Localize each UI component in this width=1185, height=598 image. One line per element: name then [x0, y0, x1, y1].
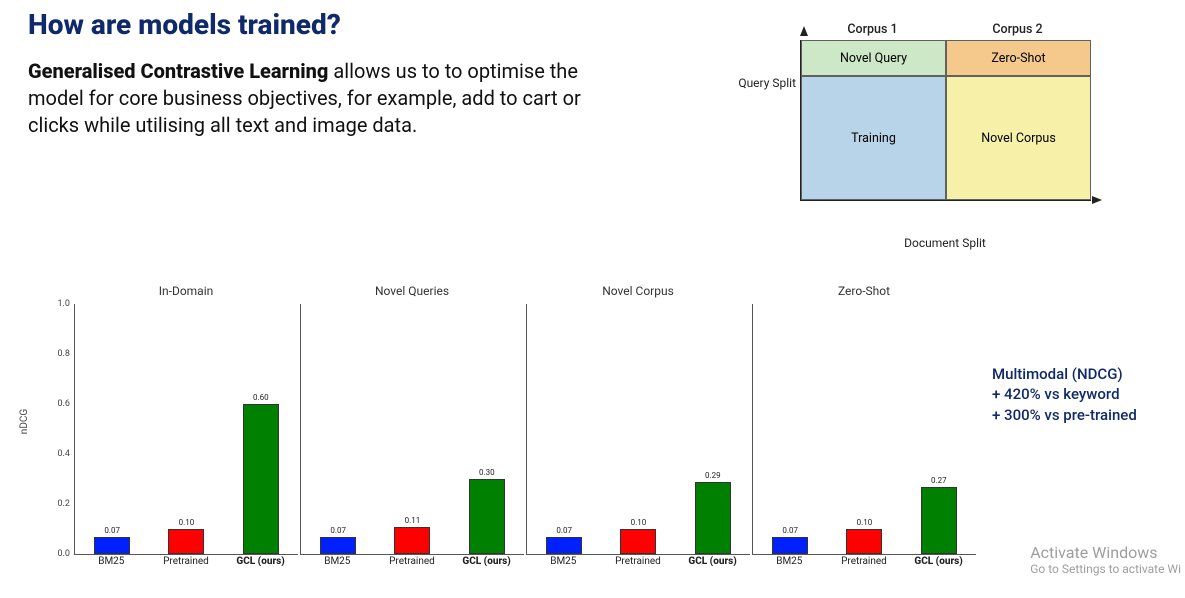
watermark-title: Activate Windows: [1030, 543, 1181, 562]
chart-plot-area: 0.07 0.11 0.30: [300, 304, 524, 555]
chart-x-tick: GCL (ours): [901, 556, 976, 567]
chart-bar-slot: 0.07: [301, 304, 375, 554]
chart-bar-value-label: 0.07: [330, 526, 346, 535]
chart-x-tick: Pretrained: [827, 556, 902, 567]
chart-bar-value-label: 0.11: [405, 516, 421, 525]
chart-x-tick: BM25: [752, 556, 827, 567]
chart-y-tick: 0.8: [58, 349, 71, 359]
chart-bar-slot: 0.10: [149, 304, 223, 554]
chart-bar: [846, 529, 882, 554]
chart-bar: [243, 404, 279, 554]
chart-x-tick: GCL (ours): [675, 556, 750, 567]
chart-bar: [772, 537, 808, 555]
chart-x-tick: Pretrained: [375, 556, 450, 567]
chart-x-tick: BM25: [74, 556, 149, 567]
chart-bar-slot: 0.10: [601, 304, 675, 554]
chart-y-tick: 0.0: [58, 549, 71, 559]
chart-bar: [168, 529, 204, 554]
chart-y-tick: 0.2: [58, 499, 71, 509]
bar-charts-row: nDCG 0.00.20.40.60.81.0 In-Domain0.070.1…: [38, 286, 978, 576]
chart-bar-slot: 0.07: [75, 304, 149, 554]
chart-y-tick: 1.0: [58, 299, 71, 309]
chart-x-tick: Pretrained: [601, 556, 676, 567]
chart-x-tick: GCL (ours): [449, 556, 524, 567]
annotation-line-3: + 300% vs pre-trained: [992, 405, 1182, 425]
annotation-line-2: + 420% vs keyword: [992, 384, 1182, 404]
arrow-up-icon: [800, 26, 808, 36]
chart-bar: [469, 479, 505, 554]
chart-panel-title: Zero-Shot: [752, 284, 976, 298]
chart-bar: [620, 529, 656, 554]
chart-panel: Novel Corpus 0.07 0.10 0.29 BM25PretrainedGC…: [526, 286, 750, 576]
chart-bar-value-label: 0.60: [253, 393, 269, 402]
chart-plot-area: 0.07 0.10 0.60: [74, 304, 298, 555]
chart-panel: Zero-Shot 0.07 0.10 0.27 BM25PretrainedGCL (…: [752, 286, 976, 576]
quadrant-col2-label: Corpus 2: [945, 22, 1090, 37]
quadrant-y-axis-label: Query Split: [716, 76, 796, 90]
chart-bar-slot: 0.27: [902, 304, 976, 554]
chart-bar-slot: 0.10: [827, 304, 901, 554]
chart-bar-value-label: 0.07: [104, 526, 120, 535]
chart-plot-area: 0.07 0.10 0.29: [526, 304, 750, 555]
chart-bar-value-label: 0.07: [782, 526, 798, 535]
quadrant-cell-zero-shot: Zero-Shot: [946, 40, 1091, 76]
chart-panel-title: In-Domain: [74, 284, 298, 298]
annotation-line-1: Multimodal (NDCG): [992, 364, 1182, 384]
chart-bar: [921, 487, 957, 555]
subtitle-bold: Generalised Contrastive Learning: [28, 59, 333, 83]
chart-bar-slot: 0.29: [676, 304, 750, 554]
chart-x-tick: Pretrained: [149, 556, 224, 567]
quadrant-x-axis-label: Document Split: [800, 236, 1090, 250]
chart-y-axis: nDCG 0.00.20.40.60.81.0: [38, 286, 74, 576]
quadrant-diagram: Query Split Corpus 1 Corpus 2 Novel Quer…: [800, 26, 1120, 226]
chart-bar-value-label: 0.10: [179, 518, 195, 527]
chart-y-axis-title: nDCG: [19, 409, 30, 434]
chart-bar-value-label: 0.27: [931, 476, 947, 485]
chart-bar-slot: 0.11: [375, 304, 449, 554]
activate-windows-watermark: Activate Windows Go to Settings to activ…: [1030, 543, 1181, 576]
quadrant-col1-label: Corpus 1: [800, 22, 945, 37]
chart-bar: [394, 527, 430, 555]
quadrant-cell-novel-corpus: Novel Corpus: [946, 76, 1091, 200]
watermark-subtitle: Go to Settings to activate Wi: [1030, 562, 1181, 576]
chart-bar: [320, 537, 356, 555]
chart-panel-title: Novel Queries: [300, 284, 524, 298]
chart-bar: [546, 537, 582, 555]
quadrant-cell-novel-query: Novel Query: [801, 40, 946, 76]
chart-bar-slot: 0.30: [450, 304, 524, 554]
chart-bar-slot: 0.07: [753, 304, 827, 554]
chart-bar: [94, 537, 130, 555]
chart-bar-value-label: 0.10: [857, 518, 873, 527]
chart-bar-slot: 0.60: [224, 304, 298, 554]
chart-bar-value-label: 0.30: [479, 468, 495, 477]
subtitle: Generalised Contrastive Learning allows …: [28, 58, 618, 139]
chart-plot-area: 0.07 0.10 0.27: [752, 304, 976, 555]
chart-x-tick: BM25: [526, 556, 601, 567]
chart-panel: In-Domain 0.07 0.10 0.60 BM25PretrainedGCL (…: [74, 286, 298, 576]
chart-bar-slot: 0.07: [527, 304, 601, 554]
chart-bar: [695, 482, 731, 555]
chart-annotation: Multimodal (NDCG) + 420% vs keyword + 30…: [992, 364, 1182, 425]
chart-bar-value-label: 0.29: [705, 471, 721, 480]
chart-y-tick: 0.4: [58, 449, 71, 459]
page-title: How are models trained?: [28, 8, 341, 41]
chart-y-tick: 0.6: [58, 399, 71, 409]
chart-x-tick: BM25: [300, 556, 375, 567]
chart-x-tick: GCL (ours): [223, 556, 298, 567]
arrow-right-icon: [1092, 196, 1102, 204]
chart-panel-title: Novel Corpus: [526, 284, 750, 298]
chart-panel: Novel Queries 0.07 0.11 0.30 BM25PretrainedG…: [300, 286, 524, 576]
quadrant-cell-training: Training: [801, 76, 946, 200]
chart-bar-value-label: 0.10: [631, 518, 647, 527]
chart-bar-value-label: 0.07: [556, 526, 572, 535]
